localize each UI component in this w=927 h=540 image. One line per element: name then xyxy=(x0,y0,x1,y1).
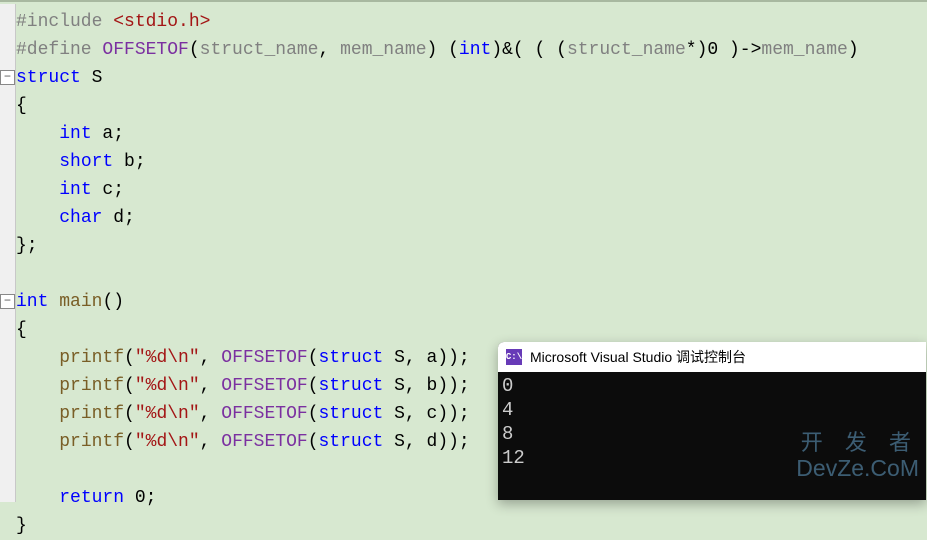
fold-toggle-icon[interactable]: − xyxy=(0,294,15,309)
code-token: struct xyxy=(319,348,384,368)
code-token: OFFSETOF xyxy=(221,376,307,396)
code-line[interactable]: char d; xyxy=(16,204,859,232)
code-line[interactable]: }; xyxy=(16,232,859,260)
code-token: S xyxy=(81,68,103,88)
code-token: "%d\n" xyxy=(135,432,200,452)
code-token: *)0 )-> xyxy=(686,40,762,60)
code-line[interactable] xyxy=(16,260,859,288)
code-token: mem_name xyxy=(340,40,426,60)
code-token: struct xyxy=(319,376,384,396)
code-token: ( xyxy=(124,348,135,368)
code-token: OFFSETOF xyxy=(221,404,307,424)
code-token: "%d\n" xyxy=(135,376,200,396)
code-token: , xyxy=(200,404,222,424)
code-line[interactable]: { xyxy=(16,92,859,120)
code-token: int xyxy=(59,124,91,144)
code-token: struct xyxy=(319,432,384,452)
code-token xyxy=(16,208,59,228)
code-token xyxy=(16,180,59,200)
code-token: struct_name xyxy=(200,40,319,60)
code-token: ) xyxy=(848,40,859,60)
code-token: a; xyxy=(92,124,124,144)
code-token: <stdio.h> xyxy=(113,12,210,32)
code-token: S, b)); xyxy=(383,376,469,396)
code-token: ( xyxy=(308,376,319,396)
debug-console-window[interactable]: C:\ Microsoft Visual Studio 调试控制台 0 4 8 … xyxy=(498,342,926,500)
code-token: struct xyxy=(16,68,81,88)
code-token: printf xyxy=(59,376,124,396)
console-title: Microsoft Visual Studio 调试控制台 xyxy=(530,347,746,367)
code-token: #define xyxy=(16,40,102,60)
code-token: "%d\n" xyxy=(135,348,200,368)
code-token: OFFSETOF xyxy=(221,348,307,368)
code-line[interactable]: int c; xyxy=(16,176,859,204)
code-token: { xyxy=(16,320,27,340)
code-line[interactable]: short b; xyxy=(16,148,859,176)
code-token: c; xyxy=(92,180,124,200)
code-token: int xyxy=(459,40,491,60)
code-token: mem_name xyxy=(761,40,847,60)
code-token: return xyxy=(59,488,124,508)
code-token: S, c)); xyxy=(383,404,469,424)
code-line[interactable]: #define OFFSETOF(struct_name, mem_name) … xyxy=(16,36,859,64)
code-token: ( xyxy=(124,404,135,424)
code-token: { xyxy=(16,96,27,116)
code-token xyxy=(16,152,59,172)
code-token: () xyxy=(102,292,124,312)
code-token: }; xyxy=(16,236,38,256)
code-token: printf xyxy=(59,404,124,424)
code-token: , xyxy=(200,348,222,368)
code-token: int xyxy=(59,180,91,200)
code-token: "%d\n" xyxy=(135,404,200,424)
code-token: main xyxy=(59,292,102,312)
code-token: ) ( xyxy=(427,40,459,60)
code-line[interactable]: } xyxy=(16,512,859,540)
code-token: ( xyxy=(308,404,319,424)
code-token xyxy=(16,488,59,508)
code-token: #include xyxy=(16,12,113,32)
code-token xyxy=(16,404,59,424)
code-token: , xyxy=(200,376,222,396)
code-line[interactable]: int a; xyxy=(16,120,859,148)
code-line[interactable]: −int main() xyxy=(16,288,859,316)
code-token: OFFSETOF xyxy=(102,40,188,60)
console-icon: C:\ xyxy=(506,349,522,365)
code-token: } xyxy=(16,516,27,536)
console-output[interactable]: 0 4 8 12 xyxy=(498,372,926,500)
code-line[interactable]: #include <stdio.h> xyxy=(16,8,859,36)
code-token: S, a)); xyxy=(383,348,469,368)
code-token: , xyxy=(200,432,222,452)
code-token xyxy=(16,432,59,452)
code-token xyxy=(48,292,59,312)
code-token xyxy=(16,376,59,396)
code-token: 0; xyxy=(124,488,156,508)
code-token xyxy=(16,124,59,144)
code-token: char xyxy=(59,208,102,228)
code-line[interactable]: −struct S xyxy=(16,64,859,92)
code-token: printf xyxy=(59,432,124,452)
code-token: struct xyxy=(319,404,384,424)
code-line[interactable]: { xyxy=(16,316,859,344)
code-token: b; xyxy=(113,152,145,172)
code-token: struct_name xyxy=(567,40,686,60)
code-token: ( xyxy=(189,40,200,60)
code-token xyxy=(16,348,59,368)
console-titlebar[interactable]: C:\ Microsoft Visual Studio 调试控制台 xyxy=(498,342,926,372)
code-token: , xyxy=(318,40,340,60)
code-token: d; xyxy=(102,208,134,228)
code-token: ( xyxy=(124,432,135,452)
code-token: ( xyxy=(124,376,135,396)
code-token: ( xyxy=(308,432,319,452)
code-token: S, d)); xyxy=(383,432,469,452)
code-token: )&( ( ( xyxy=(491,40,567,60)
code-token: short xyxy=(59,152,113,172)
fold-toggle-icon[interactable]: − xyxy=(0,70,15,85)
code-token: int xyxy=(16,292,48,312)
code-token: OFFSETOF xyxy=(221,432,307,452)
code-token: ( xyxy=(308,348,319,368)
code-token: printf xyxy=(59,348,124,368)
